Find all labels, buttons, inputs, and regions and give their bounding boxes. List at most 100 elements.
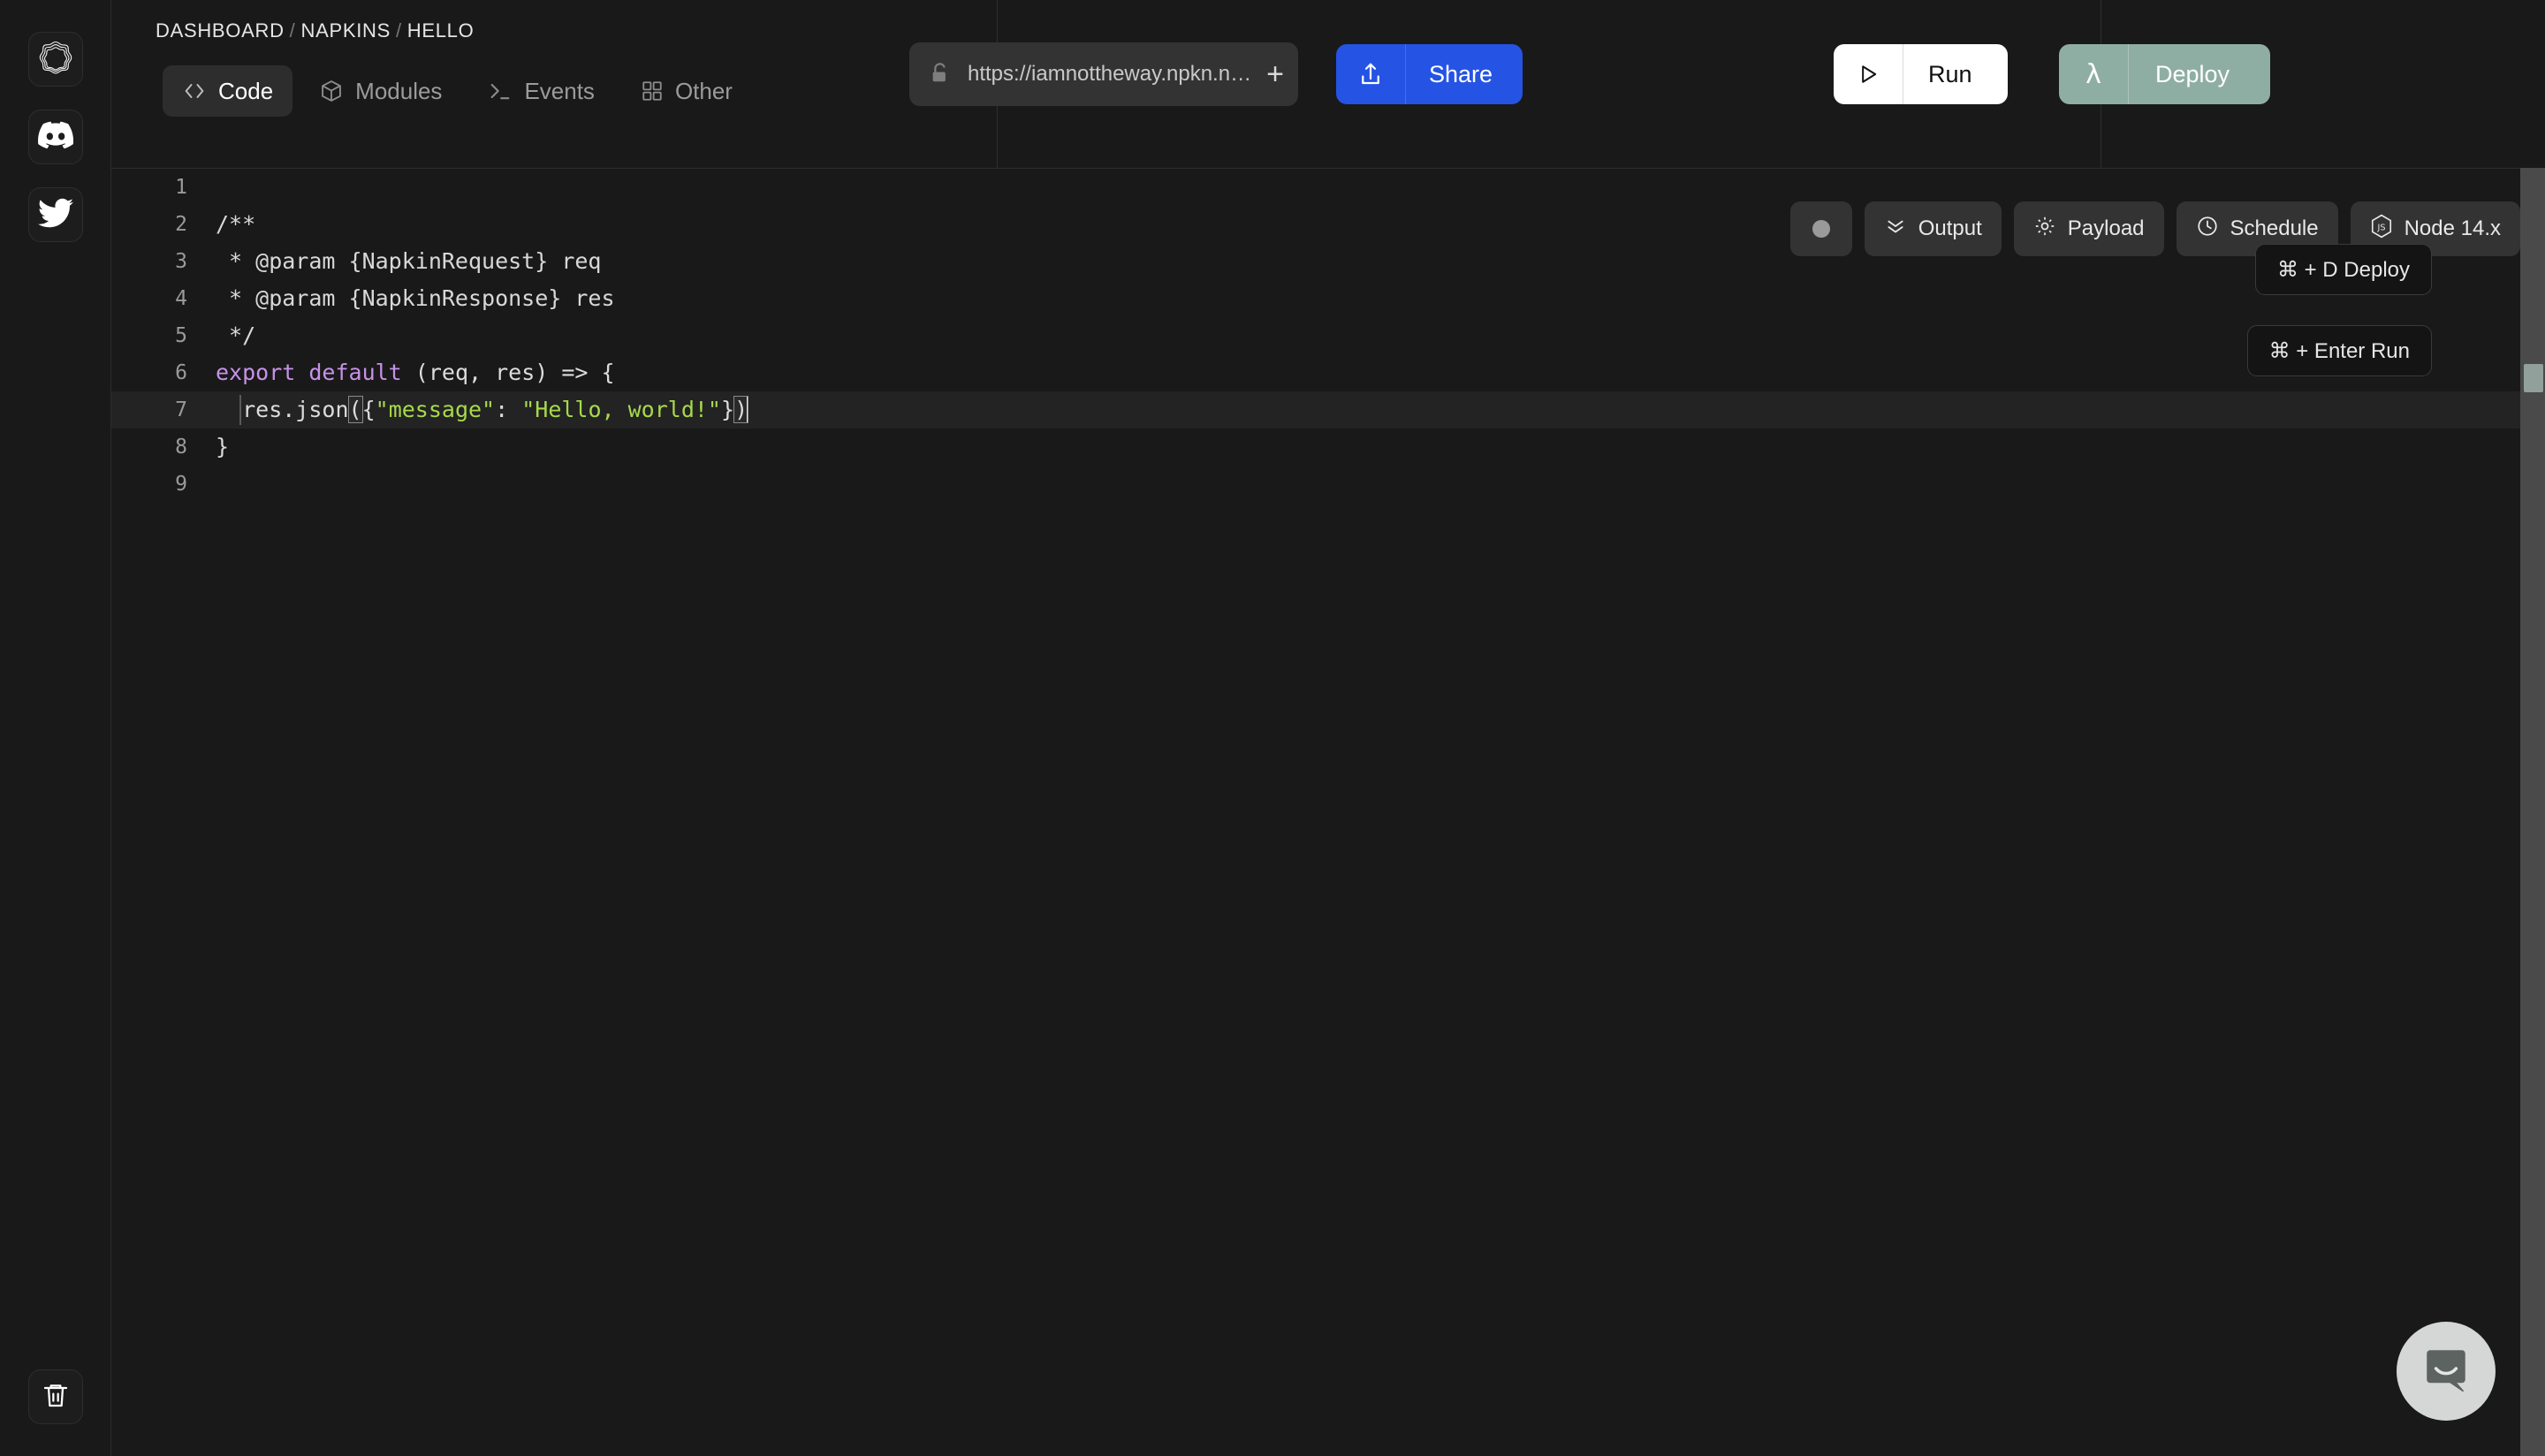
twitter-icon — [38, 195, 73, 235]
tab-bar: Code Modules Events — [163, 65, 752, 117]
token-brace-close: } — [721, 397, 734, 422]
delete-napkin-button[interactable] — [28, 1369, 83, 1424]
tab-events[interactable]: Events — [468, 65, 614, 117]
rail-item-napkin-logo[interactable] — [28, 32, 83, 87]
code-brackets-icon — [182, 79, 207, 103]
js-hexagon-icon: JS — [2370, 214, 2393, 245]
line-number: 5 — [111, 317, 187, 354]
line-text: */ — [216, 317, 255, 354]
tab-events-label: Events — [524, 78, 595, 105]
napkin-logo-icon — [36, 38, 75, 81]
output-button[interactable]: Output — [1865, 201, 2002, 256]
line-text: /** — [216, 206, 255, 243]
share-button[interactable]: Share — [1336, 44, 1523, 104]
run-button-label: Run — [1903, 44, 2008, 104]
unlocked-padlock-icon — [929, 61, 952, 87]
token-res-json: res.json — [216, 397, 349, 422]
plus-icon[interactable]: + — [1252, 42, 1298, 106]
vertical-scrollbar-thumb[interactable] — [2524, 364, 2543, 392]
runtime-button-label: Node 14.x — [2404, 216, 2501, 241]
rail-top-group — [28, 32, 83, 242]
token-keyword-default: default — [308, 360, 401, 385]
token-keyword-export: export — [216, 360, 295, 385]
play-triangle-icon — [1834, 44, 1903, 104]
status-dot-icon — [1812, 220, 1830, 238]
rail-item-discord[interactable] — [28, 110, 83, 164]
breadcrumb-item-dashboard[interactable]: DASHBOARD — [156, 19, 285, 42]
line-number: 1 — [111, 169, 187, 206]
line-number: 4 — [111, 280, 187, 317]
tab-modules[interactable]: Modules — [300, 65, 461, 117]
line-number: 2 — [111, 206, 187, 243]
upload-share-icon — [1336, 44, 1405, 104]
deploy-shortcut-text: ⌘ + D Deploy — [2277, 257, 2410, 283]
rail-bottom-group — [28, 1369, 83, 1424]
right-panel-edge[interactable] — [2520, 168, 2545, 1456]
breadcrumb-separator: / — [290, 19, 296, 42]
svg-text:JS: JS — [2376, 223, 2385, 232]
gear-icon — [2033, 215, 2056, 244]
deploy-button[interactable]: λ Deploy — [2059, 44, 2270, 104]
trash-icon — [42, 1381, 70, 1414]
line-text: res.json({"message": "Hello, world!"}) — [216, 391, 748, 428]
run-button[interactable]: Run — [1834, 44, 2008, 104]
deploy-shortcut-hint[interactable]: ⌘ + D Deploy — [2255, 244, 2432, 295]
token-arrow-fn: (req, res) => { — [402, 360, 615, 385]
text-caret — [747, 396, 748, 422]
discord-icon — [38, 118, 73, 157]
left-rail — [0, 0, 111, 1456]
indent-guide — [239, 395, 241, 425]
tab-other[interactable]: Other — [621, 65, 752, 117]
payload-button-label: Payload — [2068, 216, 2145, 241]
run-shortcut-text: ⌘ + Enter Run — [2269, 338, 2410, 364]
token-string-value: "Hello, world!" — [521, 397, 721, 422]
breadcrumb: DASHBOARD/NAPKINS/HELLO — [156, 19, 474, 42]
token-colon: : — [495, 397, 521, 422]
breadcrumb-item-napkins[interactable]: NAPKINS — [300, 19, 390, 42]
code-line: 9 — [111, 466, 2545, 503]
token-bracket-open: ( — [349, 397, 362, 422]
app-root: DASHBOARD/NAPKINS/HELLO Code Modules — [0, 0, 2545, 1456]
share-button-label: Share — [1406, 44, 1523, 104]
output-button-label: Output — [1918, 216, 1982, 241]
lambda-icon: λ — [2059, 44, 2128, 104]
status-indicator-button[interactable] — [1790, 201, 1852, 256]
rail-item-twitter[interactable] — [28, 187, 83, 242]
run-shortcut-hint[interactable]: ⌘ + Enter Run — [2247, 325, 2432, 376]
line-number: 3 — [111, 243, 187, 280]
token-brace-open: { — [362, 397, 376, 422]
line-number: 7 — [111, 391, 187, 428]
code-line-active: 7 res.json({"message": "Hello, world!"}) — [111, 391, 2545, 428]
tab-code[interactable]: Code — [163, 65, 292, 117]
url-bar[interactable]: https://iamnottheway.npkn.net/hello + — [909, 42, 1298, 106]
intercom-launcher-button[interactable] — [2397, 1322, 2496, 1421]
code-line: 1 — [111, 169, 2545, 206]
cube-icon — [319, 79, 344, 103]
line-text: export default (req, res) => { — [216, 354, 615, 391]
token-bracket-close: ) — [734, 397, 748, 422]
line-number: 9 — [111, 466, 187, 503]
line-number: 8 — [111, 428, 187, 466]
tab-other-label: Other — [675, 78, 733, 105]
code-line: 4 * @param {NapkinResponse} res — [111, 280, 2545, 317]
chat-bubble-icon — [2420, 1344, 2472, 1399]
code-editor[interactable]: 1 2 /** 3 * @param {NapkinRequest} req 4… — [111, 169, 2545, 1456]
code-line: 6 export default (req, res) => { — [111, 354, 2545, 391]
deploy-button-label: Deploy — [2129, 44, 2270, 104]
chevrons-down-icon — [1884, 215, 1907, 244]
code-line: 5 */ — [111, 317, 2545, 354]
breadcrumb-item-hello: HELLO — [407, 19, 475, 42]
line-number: 6 — [111, 354, 187, 391]
payload-button[interactable]: Payload — [2014, 201, 2164, 256]
schedule-button-label: Schedule — [2230, 216, 2319, 241]
line-text: * @param {NapkinResponse} res — [216, 280, 615, 317]
line-text: } — [216, 428, 229, 466]
code-line: 8 } — [111, 428, 2545, 466]
tab-modules-label: Modules — [355, 78, 442, 105]
clock-icon — [2196, 215, 2219, 244]
line-text: * @param {NapkinRequest} req — [216, 243, 602, 280]
url-input[interactable]: https://iamnottheway.npkn.net/hello — [968, 62, 1252, 87]
breadcrumb-separator: / — [396, 19, 402, 42]
token-string-key: "message" — [376, 397, 495, 422]
tab-code-label: Code — [218, 78, 273, 105]
